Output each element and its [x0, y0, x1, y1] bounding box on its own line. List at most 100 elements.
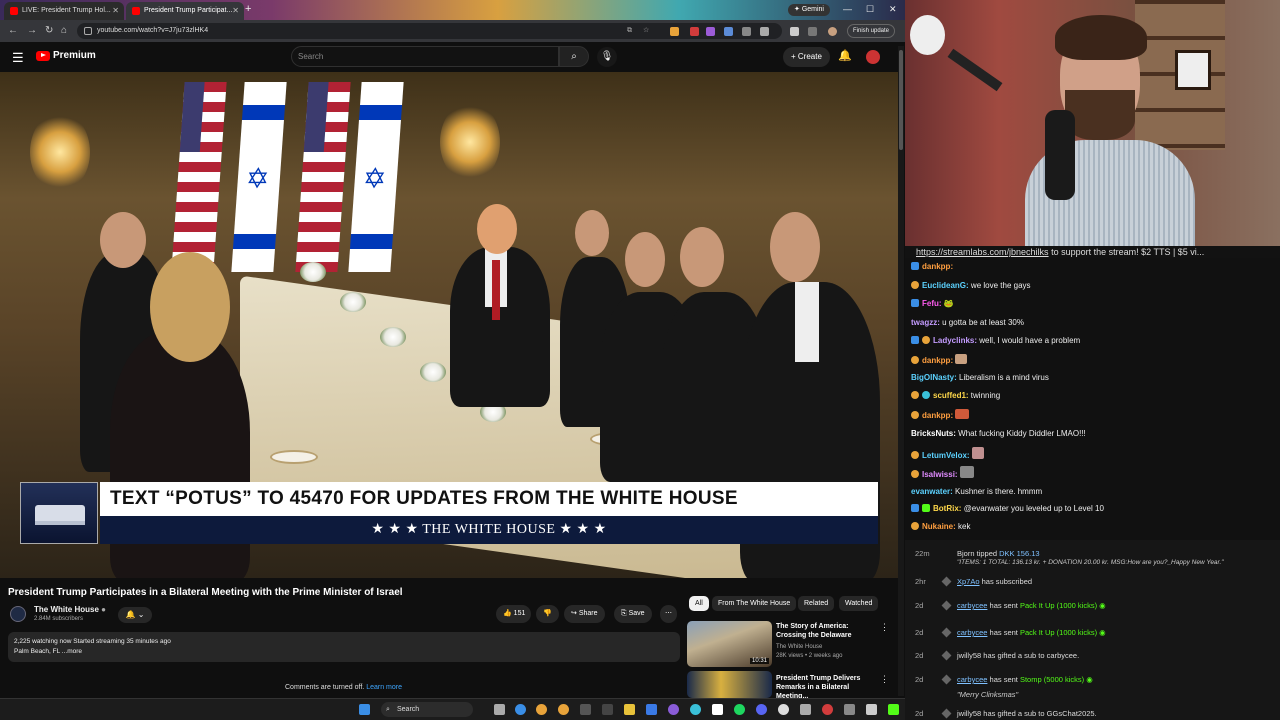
- chip-related[interactable]: Related: [798, 596, 835, 611]
- edge-icon[interactable]: [515, 704, 526, 715]
- minimize-icon[interactable]: —: [843, 4, 852, 14]
- chat-username[interactable]: BricksNuts:: [911, 429, 956, 438]
- app-icon[interactable]: [690, 704, 701, 715]
- chip-watched[interactable]: Watched: [839, 596, 879, 611]
- kick-icon[interactable]: [888, 704, 899, 715]
- chat-username[interactable]: Ladyclinks:: [933, 336, 977, 345]
- more-options-icon[interactable]: ⋮: [880, 622, 889, 633]
- app-icon[interactable]: [668, 704, 679, 715]
- youtube-logo[interactable]: Premium: [36, 50, 96, 61]
- profile-avatar[interactable]: [828, 27, 837, 36]
- recommendation-title[interactable]: The Story of America: Crossing the Delaw…: [776, 622, 876, 640]
- chat-username[interactable]: EuclideanG:: [922, 281, 969, 290]
- event-user[interactable]: carbycee: [957, 601, 987, 610]
- account-avatar[interactable]: [866, 50, 880, 64]
- create-button[interactable]: + Create: [783, 47, 830, 67]
- steam-icon[interactable]: [646, 704, 657, 715]
- share-button[interactable]: ↪ Share: [564, 605, 605, 623]
- taskbar-search[interactable]: ⌕ Search: [381, 702, 473, 717]
- forward-icon[interactable]: →: [27, 25, 37, 36]
- home-icon[interactable]: ⌂: [61, 25, 67, 36]
- more-options-icon[interactable]: ⋮: [880, 674, 889, 685]
- maximize-icon[interactable]: ☐: [866, 4, 874, 15]
- bookmark-star-icon[interactable]: ☆: [643, 23, 649, 39]
- chat-username[interactable]: Fefu:: [922, 299, 942, 308]
- search-icon[interactable]: ⌕: [559, 46, 589, 67]
- notifications-bell-icon[interactable]: 🔔: [838, 49, 852, 62]
- cast-icon[interactable]: ⧉: [627, 23, 632, 39]
- donation-link[interactable]: https://streamlabs.com/jbnechilks: [916, 247, 1049, 257]
- extensions-puzzle-icon[interactable]: [760, 27, 769, 36]
- downloads-icon[interactable]: [790, 27, 799, 36]
- extension-icon[interactable]: [690, 27, 699, 36]
- hamburger-menu-icon[interactable]: ☰: [12, 50, 24, 66]
- sidebar-icon[interactable]: [808, 27, 817, 36]
- chat-username[interactable]: BigOlNasty:: [911, 373, 957, 382]
- site-info-icon[interactable]: [84, 27, 92, 35]
- event-user[interactable]: carbycee: [957, 675, 987, 684]
- close-window-icon[interactable]: ✕: [889, 4, 897, 15]
- chat-username[interactable]: BotRix:: [933, 504, 961, 513]
- obs-icon[interactable]: [712, 704, 723, 715]
- recommendation-channel[interactable]: The White House: [776, 643, 822, 651]
- chat-username[interactable]: twagzz:: [911, 318, 940, 327]
- save-button[interactable]: ⎘ Save: [614, 605, 652, 623]
- chat-username[interactable]: dankpp:: [922, 411, 953, 420]
- event-user[interactable]: carbycee: [957, 628, 987, 637]
- scrollbar-thumb[interactable]: [899, 50, 903, 150]
- chat-username[interactable]: LetumVelox:: [922, 451, 970, 460]
- app-icon[interactable]: [778, 704, 789, 715]
- recommendation-title[interactable]: President Trump Delivers Remarks in a Bi…: [776, 674, 876, 701]
- chat-username[interactable]: evanwater:: [911, 487, 953, 496]
- event-user[interactable]: Bjorn: [957, 549, 975, 558]
- subscribed-bell-button[interactable]: 🔔 ⌄: [118, 607, 152, 623]
- spotify-icon[interactable]: [734, 704, 745, 715]
- back-icon[interactable]: ←: [8, 25, 18, 36]
- extension-icon[interactable]: [670, 27, 679, 36]
- chip-from-channel[interactable]: From The White House: [712, 596, 797, 611]
- event-user[interactable]: Xp7Ao: [957, 577, 980, 586]
- page-scrollbar[interactable]: [898, 46, 904, 696]
- extension-icon[interactable]: [706, 27, 715, 36]
- chat-username[interactable]: dankpp:: [922, 356, 953, 365]
- gemini-button[interactable]: ✦ Gemini: [788, 4, 830, 16]
- task-view-icon[interactable]: [494, 704, 505, 715]
- search-input[interactable]: Search: [291, 46, 559, 67]
- chrome-icon[interactable]: [558, 704, 569, 715]
- microphone-icon[interactable]: 🎙: [597, 47, 617, 67]
- reload-icon[interactable]: ↻: [45, 25, 53, 36]
- chrome-icon[interactable]: [536, 704, 547, 715]
- file-explorer-icon[interactable]: [624, 704, 635, 715]
- like-button[interactable]: 👍 151: [496, 605, 532, 623]
- app-icon[interactable]: [844, 704, 855, 715]
- app-icon[interactable]: [866, 704, 877, 715]
- app-icon[interactable]: [580, 704, 591, 715]
- chat-username[interactable]: Nukaine:: [922, 522, 956, 531]
- event-user[interactable]: jwilly58: [957, 709, 981, 718]
- extension-icon[interactable]: [724, 27, 733, 36]
- event-user[interactable]: jwilly58: [957, 651, 981, 660]
- finish-update-button[interactable]: Finish update: [847, 24, 896, 38]
- windows-start-icon[interactable]: [359, 704, 370, 715]
- new-tab-icon[interactable]: +: [245, 3, 251, 15]
- app-icon[interactable]: [800, 704, 811, 715]
- channel-avatar[interactable]: [10, 606, 26, 622]
- chip-all[interactable]: All: [689, 596, 709, 611]
- extension-icon[interactable]: [742, 27, 751, 36]
- description-box[interactable]: 2,225 watching now Started streaming 35 …: [8, 632, 680, 662]
- more-actions-icon[interactable]: ⋯: [660, 605, 677, 623]
- tab-live-trump[interactable]: LIVE: President Trump Hol... ✕: [4, 2, 124, 20]
- recommendation-thumbnail[interactable]: 10:31: [687, 621, 772, 667]
- chat-username[interactable]: Isalwissi:: [922, 470, 958, 479]
- recommendation-thumbnail[interactable]: [687, 671, 772, 698]
- learn-more-link[interactable]: Learn more: [366, 684, 402, 691]
- discord-icon[interactable]: [756, 704, 767, 715]
- chat-username[interactable]: scuffed1:: [933, 391, 969, 400]
- close-tab-icon[interactable]: ✕: [232, 2, 239, 20]
- close-tab-icon[interactable]: ✕: [112, 2, 119, 20]
- chat-username[interactable]: dankpp:: [922, 262, 953, 271]
- app-icon[interactable]: [602, 704, 613, 715]
- channel-name[interactable]: The White House ●: [34, 605, 106, 614]
- tab-trump-participates[interactable]: President Trump Participat... ✕: [126, 2, 244, 20]
- app-icon[interactable]: [822, 704, 833, 715]
